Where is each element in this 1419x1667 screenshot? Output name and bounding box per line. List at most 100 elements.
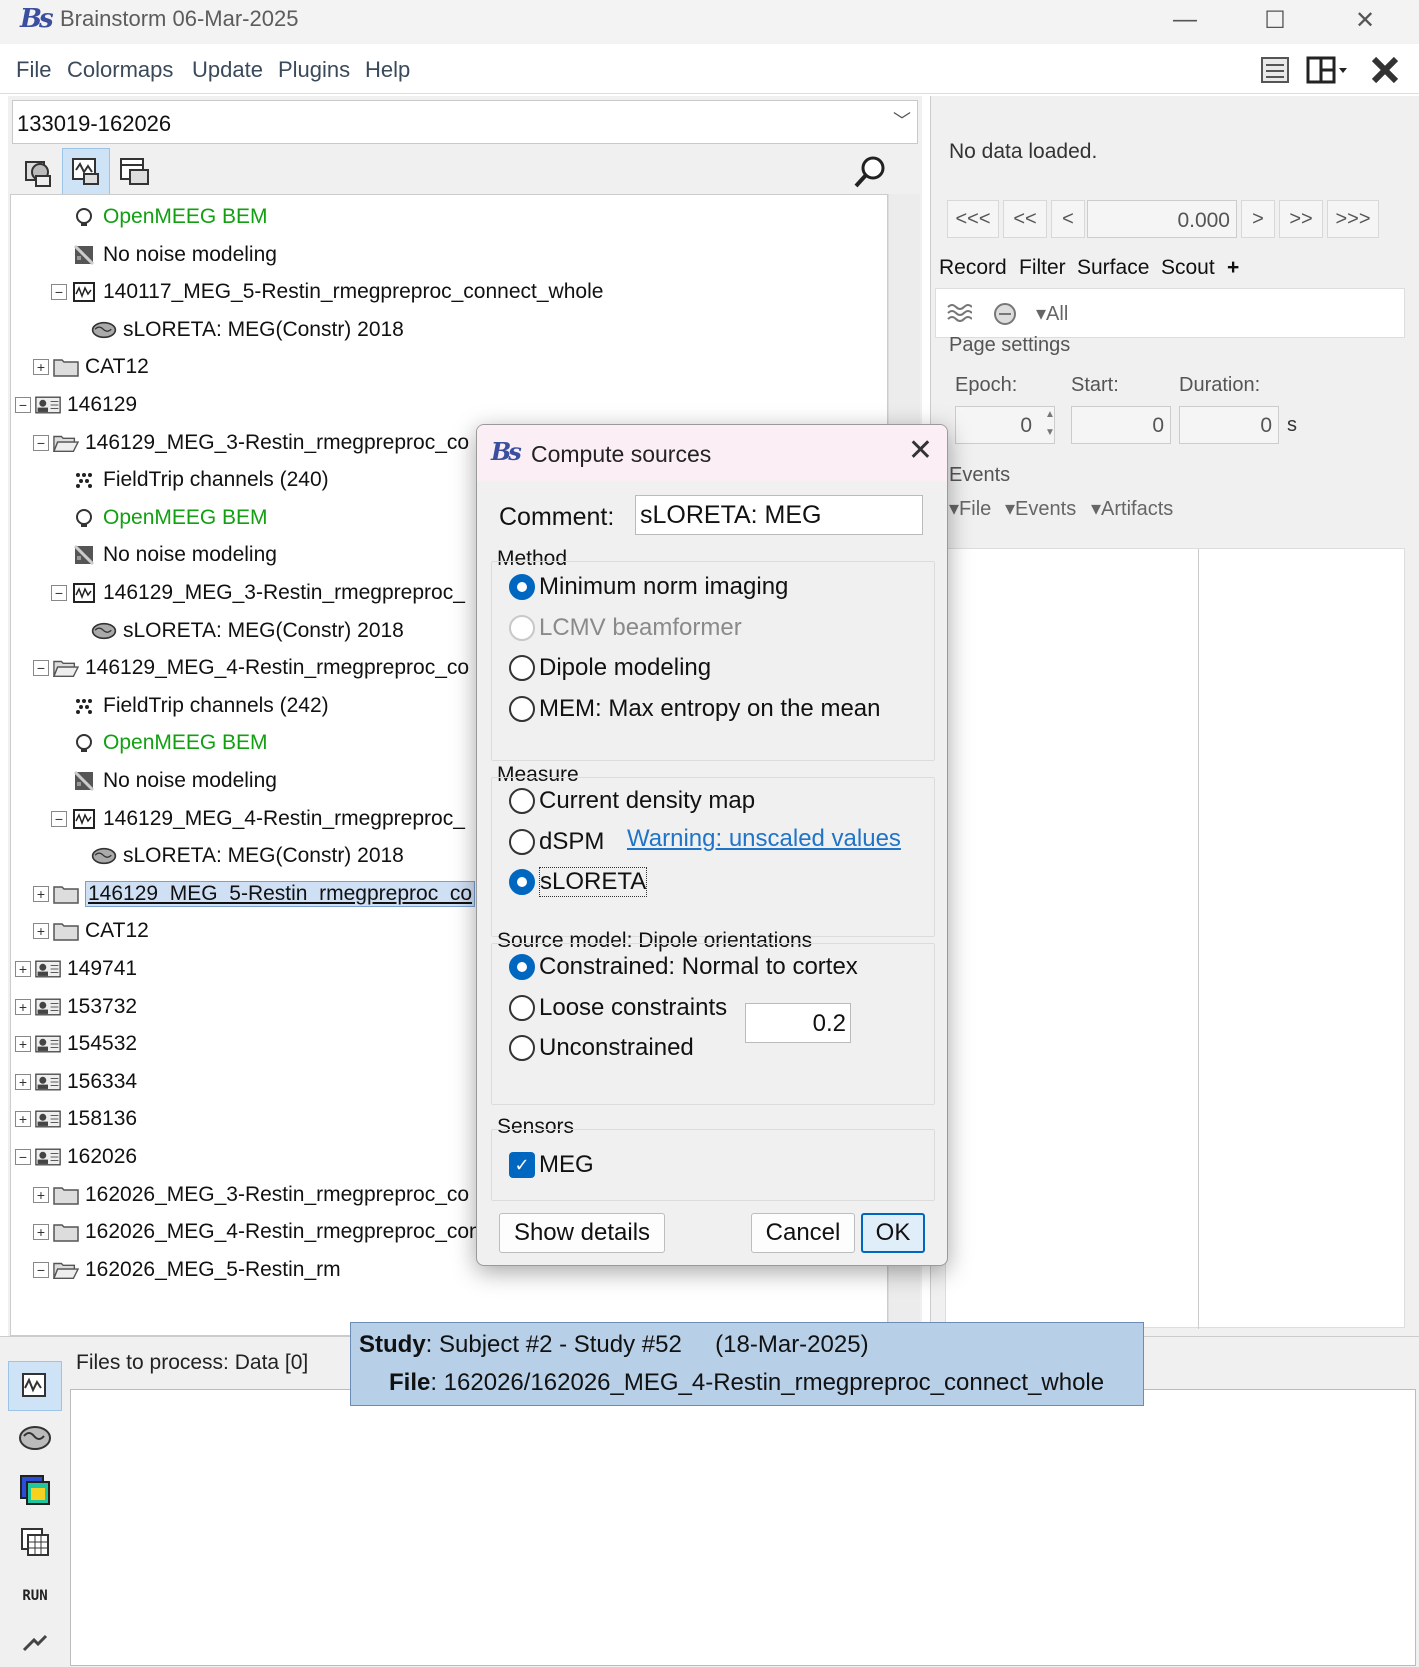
- duration-field[interactable]: 0: [1179, 406, 1279, 444]
- tree-node[interactable]: − 162026_MEG_5-Restin_rm: [33, 1250, 341, 1290]
- collapse-icon[interactable]: −: [33, 434, 49, 451]
- sources-process-icon[interactable]: [8, 1413, 62, 1463]
- tab-filter[interactable]: Filter: [1019, 256, 1066, 280]
- tree-node[interactable]: − 146129_MEG_3-Restin_rmegpreproc_co: [33, 423, 469, 463]
- tree-node[interactable]: No noise modeling: [51, 761, 277, 801]
- database-view-icon[interactable]: [110, 148, 158, 196]
- source-model-radio[interactable]: Loose constraints: [509, 990, 727, 1026]
- pipeline-icon[interactable]: [8, 1623, 62, 1663]
- tab-scout[interactable]: Scout: [1161, 256, 1215, 280]
- run-button[interactable]: RUN: [8, 1571, 62, 1621]
- collapse-icon[interactable]: −: [33, 1261, 49, 1278]
- meg-checkbox[interactable]: ✓ MEG: [509, 1147, 594, 1183]
- expand-icon[interactable]: +: [15, 961, 31, 977]
- method-radio[interactable]: MEM: Max entropy on the mean: [509, 691, 880, 727]
- menu-update[interactable]: Update: [192, 57, 263, 83]
- tree-node[interactable]: − 146129_MEG_3-Restin_rmegpreproc_: [51, 573, 465, 613]
- collapse-icon[interactable]: −: [51, 810, 67, 827]
- source-model-radio[interactable]: Constrained: Normal to cortex: [509, 949, 858, 985]
- matrix-process-icon[interactable]: [8, 1517, 62, 1567]
- unscaled-warning-link[interactable]: Warning: unscaled values: [627, 825, 901, 853]
- source-model-radio[interactable]: Unconstrained: [509, 1030, 694, 1066]
- nav-next-page-button[interactable]: >>: [1279, 200, 1323, 238]
- method-radio[interactable]: Dipole modeling: [509, 650, 711, 686]
- files-to-process-area[interactable]: [70, 1389, 1416, 1666]
- nav-prev-page-button[interactable]: <<: [1003, 200, 1047, 238]
- expand-icon[interactable]: +: [33, 1224, 49, 1241]
- measure-radio[interactable]: Current density map: [509, 783, 755, 819]
- close-window-button[interactable]: ✕: [1320, 0, 1410, 40]
- data-process-icon[interactable]: [8, 1361, 62, 1411]
- tree-node[interactable]: No noise modeling: [51, 235, 277, 275]
- measure-radio[interactable]: dSPM: [509, 824, 604, 860]
- tree-node[interactable]: − 140117_MEG_5-Restin_rmegpreproc_connect…: [51, 272, 603, 312]
- collapse-icon[interactable]: −: [15, 1149, 31, 1165]
- tree-node[interactable]: OpenMEEG BEM: [51, 498, 268, 538]
- tree-node[interactable]: sLORETA: MEG(Constr) 2018: [71, 836, 404, 876]
- menu-colormaps[interactable]: Colormaps: [67, 57, 173, 83]
- montage-all-dropdown[interactable]: ▾All: [1036, 301, 1068, 326]
- expand-icon[interactable]: +: [15, 998, 31, 1015]
- cancel-button[interactable]: Cancel: [751, 1213, 855, 1253]
- menu-help[interactable]: Help: [365, 57, 410, 83]
- expand-icon[interactable]: +: [33, 1186, 49, 1203]
- menu-plugins[interactable]: Plugins: [278, 57, 350, 83]
- expand-icon[interactable]: +: [33, 923, 49, 940]
- method-radio[interactable]: Minimum norm imaging: [509, 569, 788, 605]
- tree-node[interactable]: +162026_MEG_3-Restin_rmegpreproc_co: [33, 1175, 469, 1215]
- expand-icon[interactable]: +: [33, 359, 49, 376]
- tree-node[interactable]: OpenMEEG BEM: [51, 197, 268, 237]
- tree-node[interactable]: FieldTrip channels (242): [51, 686, 329, 726]
- tree-node[interactable]: +154532: [15, 1024, 137, 1064]
- start-field[interactable]: 0: [1071, 406, 1171, 444]
- protocol-selector[interactable]: 133019-162026 ﹀: [12, 100, 918, 144]
- anatomy-view-icon[interactable]: [62, 148, 110, 196]
- nav-last-button[interactable]: >>>: [1327, 200, 1379, 238]
- search-icon[interactable]: [846, 148, 894, 196]
- tree-node[interactable]: +149741: [15, 949, 137, 989]
- tree-node[interactable]: +146129_MEG_5-Restin_rmegpreproc_co: [33, 874, 476, 914]
- tree-node[interactable]: OpenMEEG BEM: [51, 723, 268, 763]
- tab-record[interactable]: Record: [939, 256, 1007, 280]
- epoch-field[interactable]: 0: [955, 406, 1055, 444]
- tree-node[interactable]: FieldTrip channels (240): [51, 460, 329, 500]
- expand-icon[interactable]: +: [15, 1073, 31, 1090]
- tree-node[interactable]: +158136: [15, 1099, 137, 1139]
- dialog-close-button[interactable]: ✕: [908, 433, 933, 468]
- expand-icon[interactable]: +: [33, 885, 49, 902]
- tree-node[interactable]: − 146129: [15, 385, 137, 425]
- maximize-button[interactable]: ☐: [1230, 0, 1320, 40]
- menu-file[interactable]: File: [16, 57, 51, 83]
- epoch-spinner[interactable]: ▲ ▼: [1043, 406, 1057, 444]
- list-view-icon[interactable]: [1260, 56, 1290, 84]
- collapse-icon[interactable]: −: [51, 284, 67, 301]
- close-all-icon[interactable]: [1370, 56, 1400, 84]
- tree-node[interactable]: − 162026: [15, 1137, 137, 1177]
- events-list[interactable]: [945, 548, 1405, 1329]
- tree-node[interactable]: − 146129_MEG_4-Restin_rmegpreproc_co: [33, 648, 469, 688]
- tree-node[interactable]: +156334: [15, 1062, 137, 1102]
- expand-icon[interactable]: +: [15, 1036, 31, 1053]
- measure-radio[interactable]: sLORETA: [509, 864, 648, 900]
- nav-prev-button[interactable]: <: [1051, 200, 1085, 238]
- show-details-button[interactable]: Show details: [499, 1213, 665, 1253]
- minimize-button[interactable]: —: [1140, 0, 1230, 40]
- events-events-menu[interactable]: ▾Events: [1005, 496, 1076, 521]
- tree-node[interactable]: +153732: [15, 987, 137, 1027]
- ok-button[interactable]: OK: [861, 1213, 925, 1253]
- functional-view-icon[interactable]: [14, 148, 62, 196]
- tree-node[interactable]: + CAT12: [33, 911, 149, 951]
- nav-first-button[interactable]: <<<: [947, 200, 999, 238]
- nav-next-button[interactable]: >: [1241, 200, 1275, 238]
- events-artifacts-menu[interactable]: ▾Artifacts: [1091, 496, 1173, 521]
- tree-node[interactable]: No noise modeling: [51, 535, 277, 575]
- tree-node[interactable]: − 146129_MEG_4-Restin_rmegpreproc_: [51, 799, 465, 839]
- tree-node[interactable]: sLORETA: MEG(Constr) 2018: [71, 310, 404, 350]
- layout-icon[interactable]: [1306, 56, 1350, 84]
- tab-add[interactable]: +: [1227, 256, 1239, 280]
- collapse-icon[interactable]: −: [51, 585, 67, 601]
- time-field[interactable]: 0.000: [1087, 200, 1237, 238]
- loose-constraint-input[interactable]: 0.2: [745, 1003, 851, 1043]
- tab-surface[interactable]: Surface: [1077, 256, 1149, 280]
- collapse-icon[interactable]: −: [15, 397, 31, 413]
